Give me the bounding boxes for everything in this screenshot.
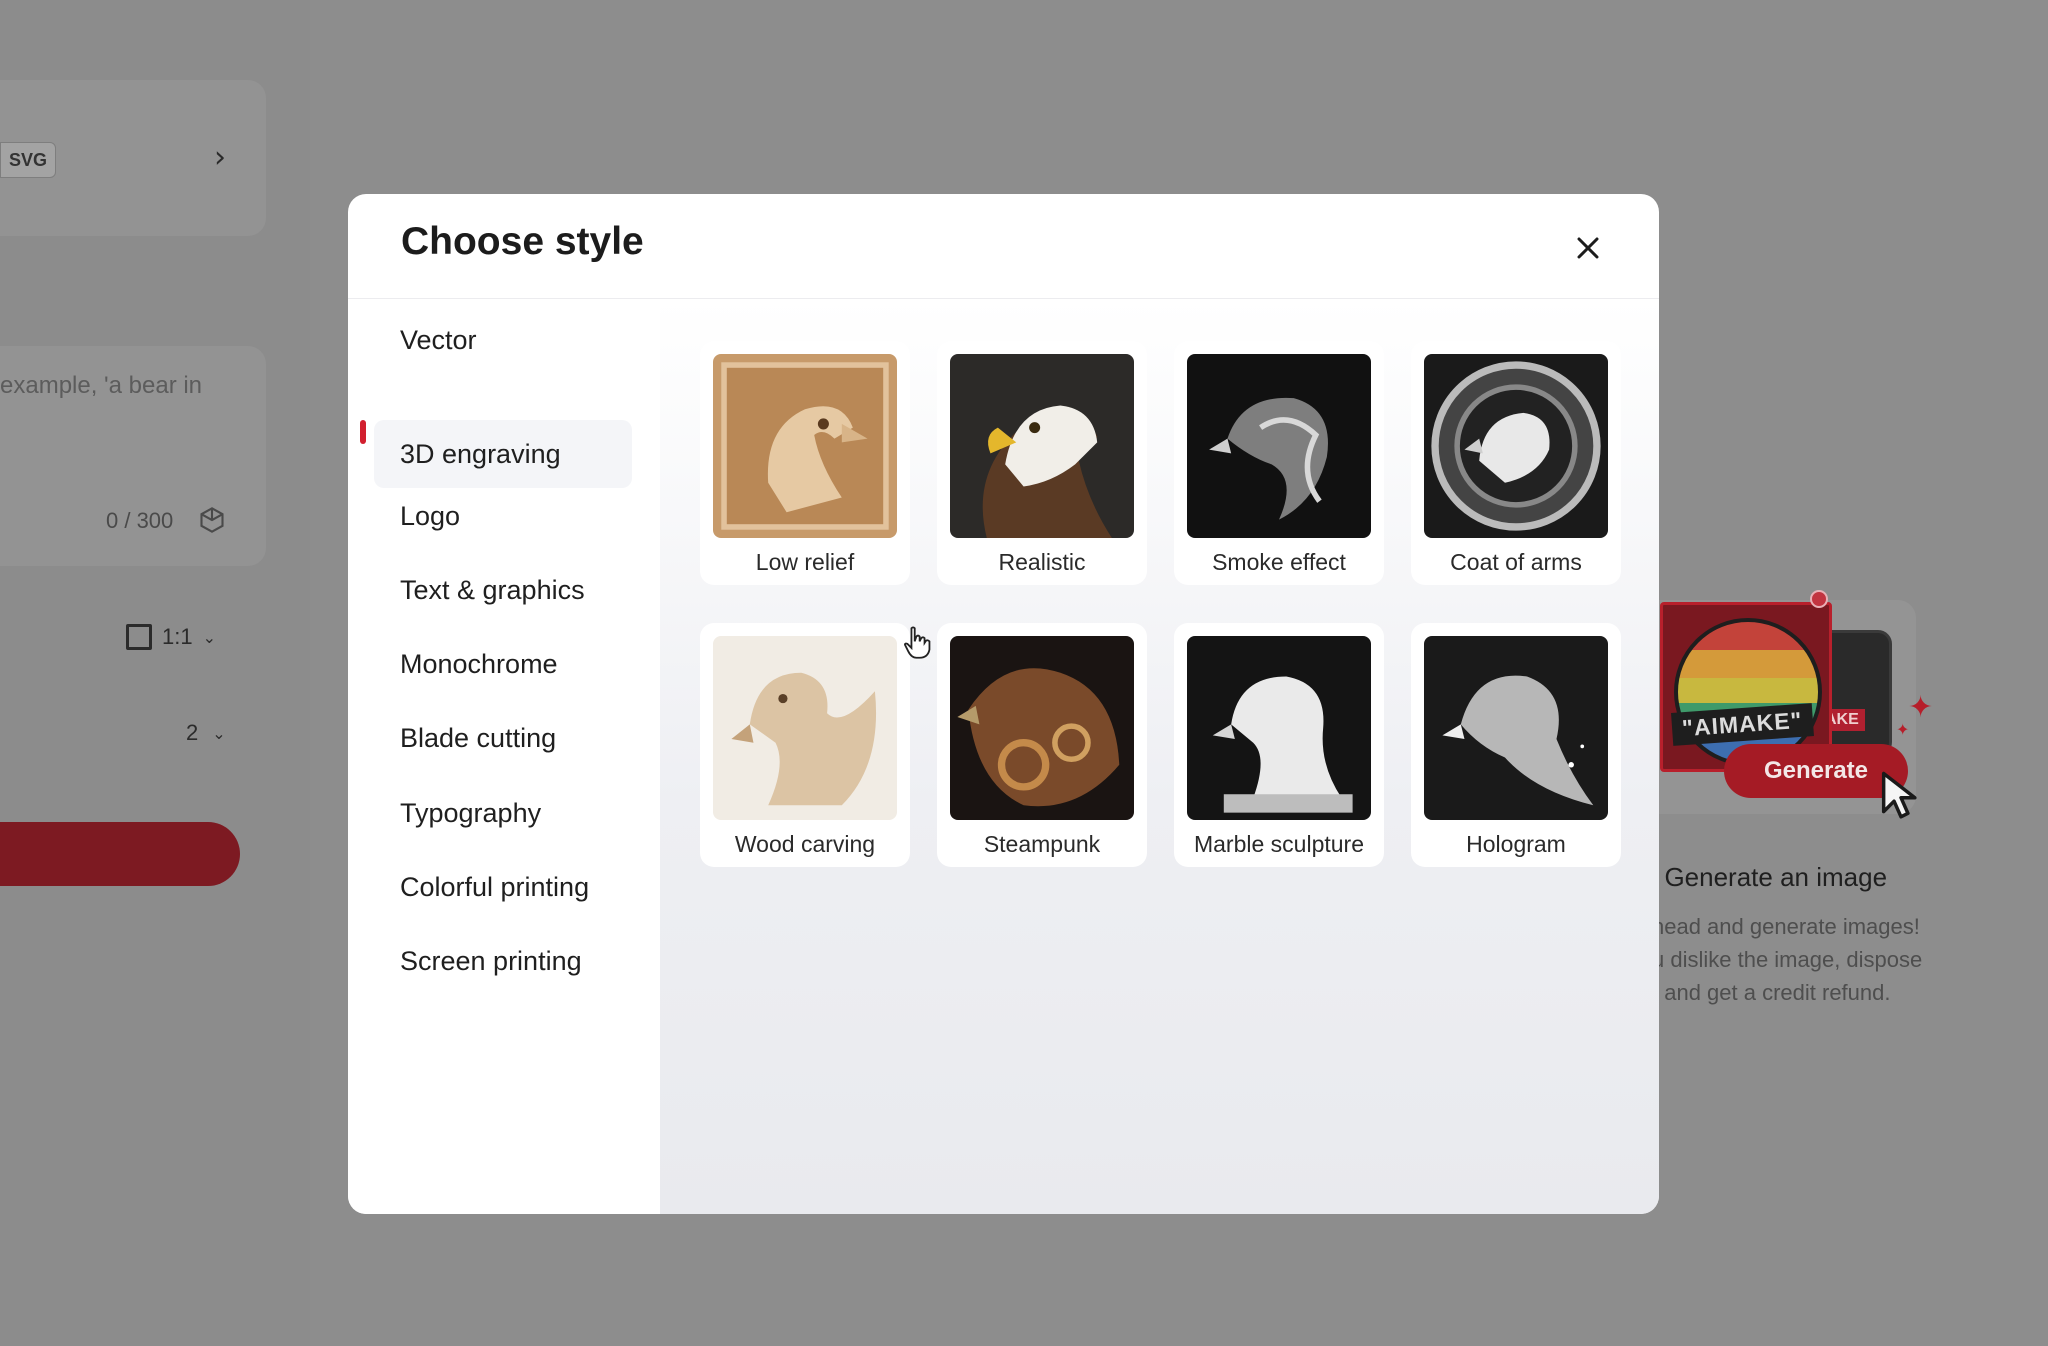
eagle-marble-image [1187,636,1371,820]
eagle-steampunk-image [950,636,1134,820]
style-label: Steampunk [983,831,1101,857]
selection-handle [1810,590,1828,608]
eagle-low-relief-image [713,354,897,538]
nav-item-blade-cutting[interactable]: Blade cutting [374,704,632,772]
style-label: Smoke effect [1212,549,1346,575]
aspect-ratio-select[interactable]: 1:1 ⌄ [126,624,216,650]
eagle-smoke-image [1187,354,1371,538]
style-card-coat-of-arms[interactable]: Coat of arms [1411,341,1621,585]
style-card-marble-sculpture[interactable]: Marble sculpture [1174,623,1384,867]
dialog-header: Choose style [348,194,1659,299]
style-card-realistic[interactable]: Realistic [937,341,1147,585]
eagle-coat-of-arms-image [1424,354,1608,538]
char-count: 0 / 300 [106,508,174,533]
style-label: Coat of arms [1450,549,1582,575]
cursor-arrow-icon [1881,771,1917,819]
style-label: Marble sculpture [1193,831,1365,857]
sparkle-icon: ✦ [1896,720,1910,739]
chevron-right-icon[interactable]: › [214,140,226,175]
chevron-down-icon: ⌄ [202,627,216,647]
prompt-placeholder: example, 'a bear in [0,372,203,399]
active-indicator [360,420,366,444]
image-count-select[interactable]: 2 ⌄ [186,720,226,746]
close-button[interactable] [1566,226,1610,270]
style-grid: Low relief Realistic Smoke effect Coat o… [660,299,1659,1214]
cube-icon[interactable] [198,506,226,534]
style-label: Hologram [1466,831,1566,857]
style-category-nav: Vector 3D engraving Logo Text & graphics… [348,299,660,1214]
nav-item-screen-printing[interactable]: Screen printing [374,927,632,995]
style-label: Wood carving [734,831,876,857]
aspect-ratio-value: 1:1 [162,624,193,649]
style-label: Realistic [998,549,1086,575]
square-icon [126,624,152,650]
format-chip: SVG [0,142,57,178]
eagle-hologram-image [1424,636,1608,820]
nav-item-text-graphics[interactable]: Text & graphics [374,556,632,624]
nav-item-vector[interactable]: Vector [374,306,632,374]
promo-desc-line: head and generate images! [1652,914,1920,939]
style-card-hologram[interactable]: Hologram [1411,623,1621,867]
choose-style-dialog: Choose style Vector 3D engraving Logo Te… [348,194,1659,1214]
sparkle-icon: ✦ [1908,690,1934,725]
nav-item-monochrome[interactable]: Monochrome [374,630,632,698]
promo-title: . Generate an image [1650,862,1888,892]
nav-item-logo[interactable]: Logo [374,482,632,550]
nav-item-typography[interactable]: Typography [374,779,632,847]
style-card-low-relief[interactable]: Low relief [700,341,910,585]
eagle-realistic-image [950,354,1134,538]
dialog-title: Choose style [401,220,644,263]
eagle-wood-carving-image [713,636,897,820]
style-card-smoke-effect[interactable]: Smoke effect [1174,341,1384,585]
generate-button[interactable] [0,822,240,886]
style-card-wood-carving[interactable]: Wood carving [700,623,910,867]
image-count-value: 2 [186,720,199,745]
nav-item-3d-engraving[interactable]: 3D engraving [374,420,632,488]
hand-pointer-icon [904,626,931,659]
promo-desc-line: t and get a credit refund. [1652,980,1891,1005]
close-icon [1577,237,1599,259]
style-label: Low relief [755,549,855,575]
style-card-steampunk[interactable]: Steampunk [937,623,1147,867]
chevron-down-icon: ⌄ [212,723,226,743]
promo-description: head and generate images! u dislike the … [1652,910,2048,1009]
promo-desc-line: u dislike the image, dispose [1652,947,1923,972]
nav-item-colorful-printing[interactable]: Colorful printing [374,853,632,921]
